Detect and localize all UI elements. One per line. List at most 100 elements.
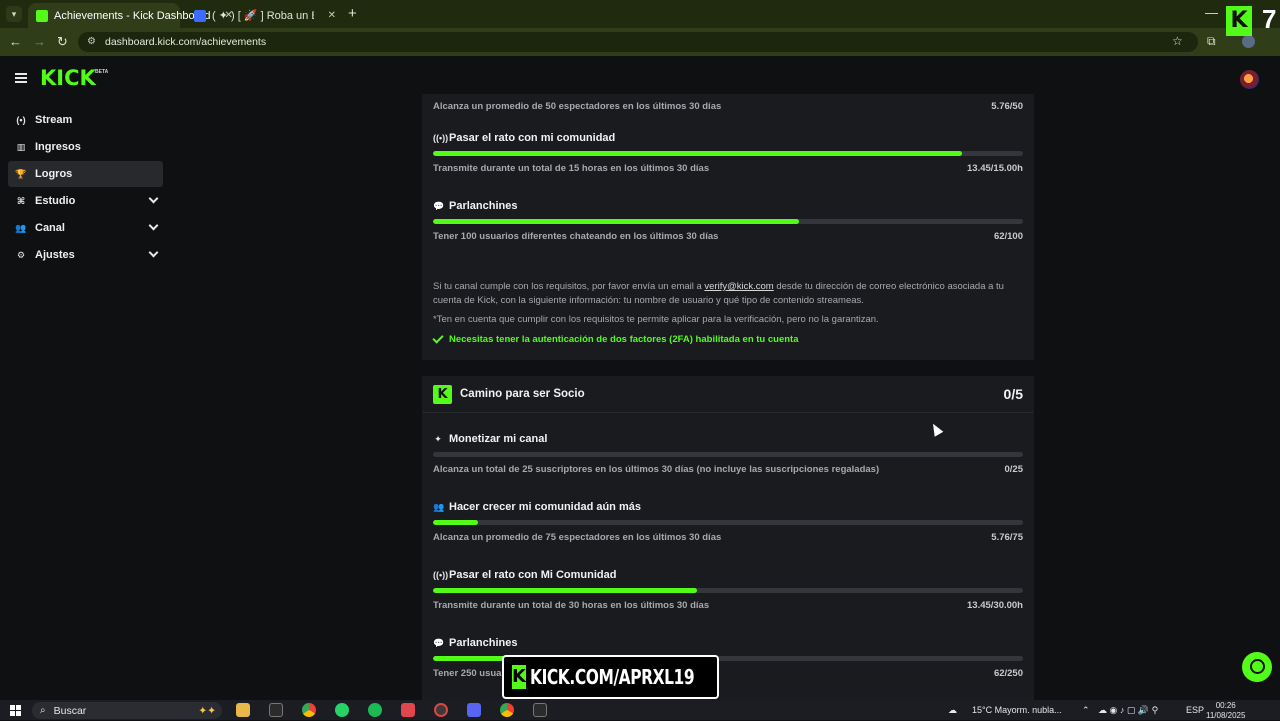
verification-note: *Ten en cuenta que cumplir con los requi…	[433, 314, 879, 325]
chevron-down-icon[interactable]	[148, 220, 159, 231]
requirement-description: Alcanza un promedio de 50 espectadores e…	[433, 101, 722, 112]
twofa-text: Necesitas tener la autenticación de dos …	[449, 334, 799, 345]
chat-bubble-icon: 💬	[433, 200, 445, 211]
discord-icon[interactable]	[467, 703, 481, 717]
support-chat-button[interactable]	[1242, 652, 1272, 682]
people-icon: 👥	[433, 501, 445, 512]
clock-time: 00:26	[1215, 701, 1236, 710]
taskbar-clock[interactable]: 00:26 11/08/2025	[1206, 701, 1245, 721]
kick-overlay-logo: K	[1226, 6, 1252, 36]
beta-badge: BETA	[95, 69, 109, 75]
reload-icon[interactable]: ↻	[57, 34, 68, 50]
sidebar-item-label: Stream	[35, 114, 73, 126]
chrome-icon[interactable]	[302, 703, 316, 717]
sidebar-item-canal[interactable]: 👥 Canal	[8, 215, 163, 241]
sidebar-item-stream[interactable]: (•) Stream	[8, 107, 163, 133]
stream-overlay-banner: K KICK.COM/APRXL19	[502, 655, 719, 699]
kick-badge-icon: K	[433, 385, 452, 404]
sidebar-item-label: Logros	[35, 168, 73, 180]
requirement-title: ✦ Monetizar mi canal	[433, 433, 547, 445]
chevron-down-icon[interactable]	[148, 247, 159, 258]
requirement-title: ((•)) Pasar el rato con mi comunidad	[433, 132, 615, 144]
chrome-active-icon[interactable]	[500, 703, 514, 717]
user-avatar[interactable]	[1240, 70, 1259, 89]
epic-games-icon[interactable]	[533, 703, 547, 717]
sidebar-item-label: Canal	[35, 222, 65, 234]
chevron-down-icon[interactable]	[148, 193, 159, 204]
close-tab-icon[interactable]: ✕	[328, 10, 336, 21]
verification-info-text: Si tu canal cumple con los requisitos, p…	[433, 281, 1004, 306]
progress-fill	[433, 151, 963, 156]
requirement-title: 👥 Hacer crecer mi comunidad aún más	[433, 501, 641, 513]
whatsapp-icon[interactable]	[335, 703, 349, 717]
partner-title: Camino para ser Socio	[460, 388, 585, 400]
progress-fill	[433, 520, 479, 525]
banner-text: KICK.COM/APRXL19	[529, 665, 695, 689]
requirement-value: 13.45/30.00h	[967, 600, 1023, 611]
tab-title: ( ✦ ) [ 🚀 ] Roba un Brainrot - R	[212, 10, 314, 22]
requirement-title: 💬 Parlanchines	[433, 637, 517, 649]
kick-logo[interactable]: KICK	[40, 66, 96, 90]
roblox-favicon-icon	[194, 9, 206, 22]
progress-bar	[433, 452, 1023, 457]
taskbar-search[interactable]: ⌕ Buscar ✦✦	[32, 702, 222, 719]
spotify-icon[interactable]	[368, 703, 382, 717]
people-icon: 👥	[15, 222, 27, 233]
requirement-description: Transmite durante un total de 30 horas e…	[433, 600, 710, 611]
sidebar-item-label: Ajustes	[35, 249, 75, 261]
progress-fill	[433, 588, 698, 593]
sidebar-item-estudio[interactable]: ⌘ Estudio	[8, 188, 163, 214]
menu-hamburger-icon[interactable]	[15, 73, 27, 83]
requirement-description: Tener 100 usuarios diferentes chateando …	[433, 231, 719, 242]
sidebar-item-label: Ingresos	[35, 141, 81, 153]
file-explorer-icon[interactable]	[236, 703, 250, 717]
site-info-icon[interactable]: ⚙	[87, 36, 96, 47]
epic-games-icon[interactable]	[269, 703, 283, 717]
requirement-description: Transmite durante un total de 15 horas e…	[433, 163, 710, 174]
requirement-value: 13.45/15.00h	[967, 163, 1023, 174]
gear-icon: ⚙	[16, 249, 26, 260]
requirement-title: ((•)) Pasar el rato con Mi Comunidad	[433, 569, 616, 581]
tab-achievements[interactable]: Achievements - Kick Dashboard ✕	[28, 3, 233, 28]
tab-search-button[interactable]: ▾	[6, 6, 22, 22]
requirement-description: Alcanza un promedio de 75 espectadores e…	[433, 532, 722, 543]
sparkle-icon: ✦✦	[198, 704, 216, 717]
weather-text[interactable]: 15°C Mayorm. nubla...	[972, 705, 1062, 715]
sidebar-item-ingresos[interactable]: ▥ Ingresos	[8, 134, 163, 160]
app-icon[interactable]	[401, 703, 415, 717]
requirement-value: 62/250	[993, 668, 1023, 679]
profile-avatar-icon[interactable]	[1242, 35, 1255, 48]
requirement-value: 5.76/75	[991, 532, 1023, 543]
requirement-title-text: Pasar el rato con mi comunidad	[449, 132, 616, 144]
progress-fill	[433, 219, 799, 224]
sparkle-icon: ✦	[434, 433, 442, 444]
verify-email-link[interactable]: verify@kick.com	[704, 281, 773, 292]
broadcast-icon: ((•))	[433, 570, 449, 580]
chat-bubble-icon: 💬	[433, 637, 445, 648]
windows-start-icon[interactable]	[10, 705, 21, 716]
obs-icon[interactable]	[434, 703, 448, 717]
sidebar-item-logros[interactable]: 🏆 Logros	[8, 161, 163, 187]
studio-icon: ⌘	[16, 195, 26, 206]
minimize-icon[interactable]: —	[1205, 5, 1218, 20]
back-arrow-icon[interactable]: ←	[9, 34, 22, 49]
language-indicator[interactable]: ESP	[1186, 705, 1204, 715]
sidebar-item-label: Estudio	[35, 195, 76, 207]
url-text[interactable]: dashboard.kick.com/achievements	[105, 36, 266, 48]
kick-k-icon: K	[512, 665, 526, 689]
overlay-corner-number: 7	[1262, 4, 1277, 34]
tab-brainrot[interactable]: ( ✦ ) [ 🚀 ] Roba un Brainrot - R ✕	[186, 3, 346, 28]
requirement-title-text: Hacer crecer mi comunidad aún más	[449, 501, 641, 513]
tray-chevron-icon[interactable]: ⌃	[1082, 705, 1090, 716]
bookmark-star-icon[interactable]: ☆	[1172, 34, 1183, 48]
check-icon	[432, 332, 444, 344]
trophy-icon: 🏆	[15, 168, 27, 179]
broadcast-icon: (•)	[16, 115, 26, 125]
sidebar-item-ajustes[interactable]: ⚙ Ajustes	[8, 242, 163, 268]
forward-arrow-icon[interactable]: →	[33, 34, 46, 49]
tray-icons[interactable]: ☁ ◉ ♪ ▢ 🔊 ⚲	[1098, 705, 1158, 716]
extensions-icon[interactable]: ⧉	[1207, 34, 1216, 49]
broadcast-icon: ((•))	[433, 133, 449, 143]
requirement-title-text: Monetizar mi canal	[449, 433, 548, 445]
new-tab-button[interactable]: +	[348, 5, 357, 22]
